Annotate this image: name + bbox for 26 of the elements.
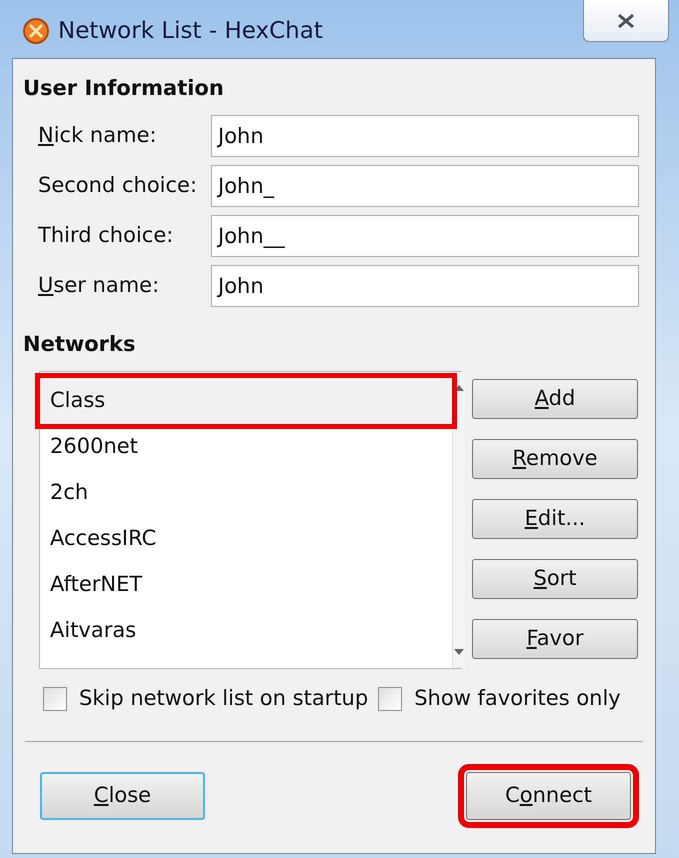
input-field[interactable]: John — [211, 265, 639, 307]
close-button[interactable] — [583, 0, 669, 42]
list-action-button[interactable]: Favor — [472, 619, 638, 659]
input-field[interactable]: John_ — [211, 165, 639, 207]
field-label: User name: — [38, 272, 160, 300]
app-icon — [22, 17, 50, 45]
scroll-down-icon[interactable] — [453, 648, 465, 656]
checkbox[interactable] — [43, 686, 67, 711]
window-title: Network List - HexChat — [58, 16, 323, 46]
field-label: Second choice: — [38, 172, 198, 200]
input-field[interactable]: John__ — [211, 215, 639, 257]
checkbox-label: Show favorites only — [414, 685, 621, 712]
close-icon — [616, 12, 636, 28]
list-action-button[interactable]: Remove — [472, 439, 638, 479]
section-heading: Networks — [23, 331, 137, 358]
field-label: Nick name: — [38, 122, 158, 150]
checkbox[interactable] — [378, 686, 402, 711]
list-action-button[interactable]: Add — [472, 379, 638, 419]
network-item[interactable]: Class — [40, 378, 452, 424]
input-field[interactable]: John — [211, 115, 639, 157]
field-label: Third choice: — [38, 222, 174, 250]
list-action-button[interactable]: Sort — [472, 559, 638, 599]
dialog-button[interactable]: Close — [40, 772, 205, 820]
list-action-button[interactable]: Edit... — [472, 499, 638, 539]
checkbox-label: Skip network list on startup — [79, 685, 368, 712]
section-heading: User Information — [23, 75, 225, 102]
